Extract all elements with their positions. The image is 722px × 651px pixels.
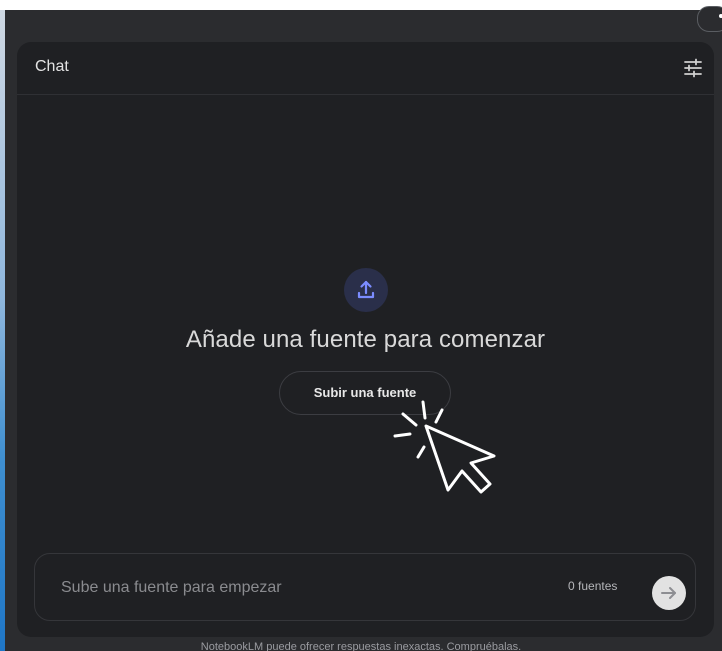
corner-control[interactable] [697,6,722,32]
upload-icon [344,268,388,312]
chat-title: Chat [35,58,69,75]
chat-input-placeholder: Sube una fuente para empezar [61,579,282,596]
chat-header: Chat [17,42,714,95]
arrow-right-icon [661,587,676,599]
app-window: Chat Añade una fuente para comenzar Subi… [0,0,722,651]
empty-state-heading: Añade una fuente para comenzar [185,326,546,353]
source-count: 0 fuentes [568,579,618,593]
tune-sliders-icon[interactable] [682,57,704,79]
top-bar [0,0,722,10]
chat-input[interactable]: Sube una fuente para empezar 0 fuentes [34,553,696,621]
click-cursor-icon [392,398,502,498]
disclaimer-text: NotebookLM puede ofrecer respuestas inex… [200,641,522,651]
send-button[interactable] [652,576,686,610]
chat-panel: Chat Añade una fuente para comenzar Subi… [17,42,714,637]
